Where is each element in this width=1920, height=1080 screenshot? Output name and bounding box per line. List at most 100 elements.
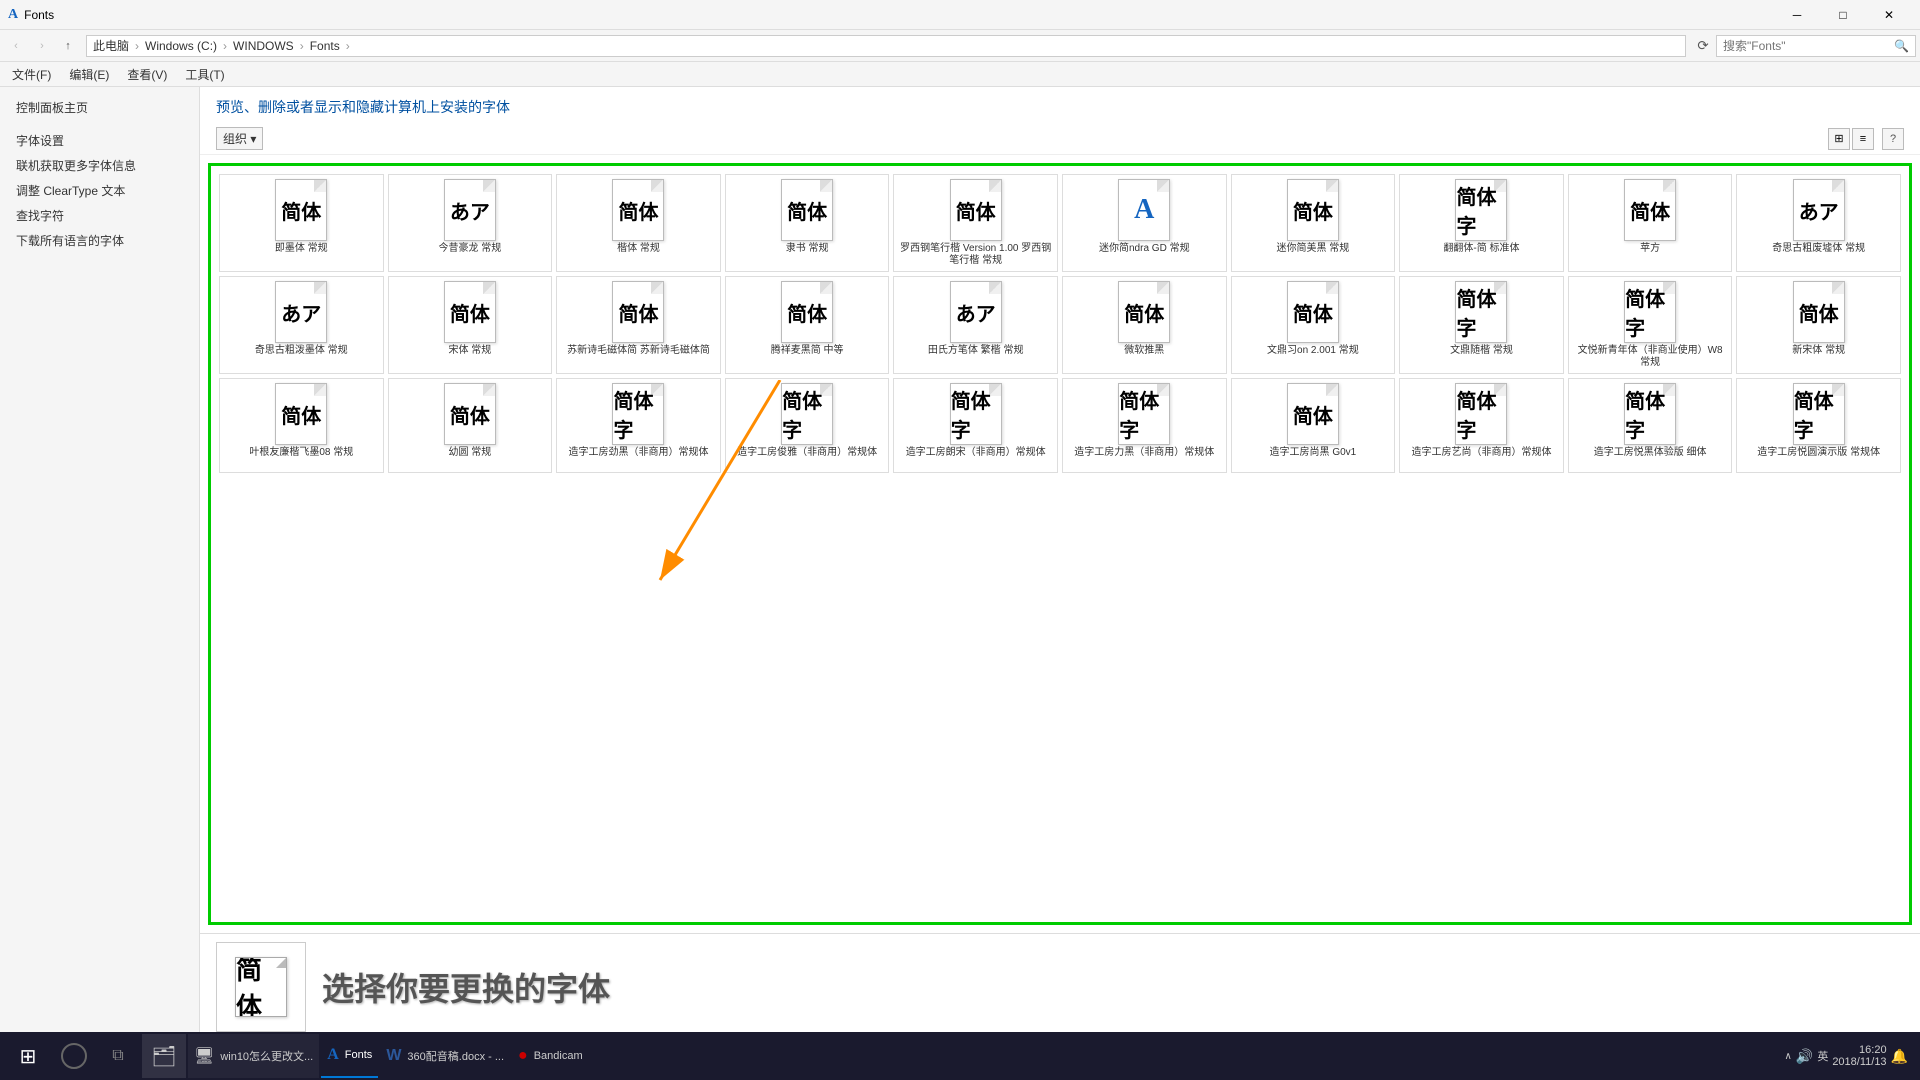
font-icon: 简体 bbox=[272, 179, 330, 241]
sidebar-item-online-fonts[interactable]: 联机获取更多字体信息 bbox=[0, 153, 199, 178]
font-icon: あア bbox=[272, 281, 330, 343]
breadcrumb-drive[interactable]: Windows (C:) bbox=[145, 39, 217, 53]
font-item[interactable]: 简体腾祥麦黑简 中等 bbox=[725, 276, 890, 374]
font-name: 楷体 常规 bbox=[617, 243, 660, 255]
view-large-icon[interactable]: ⊞ bbox=[1828, 128, 1850, 150]
font-item[interactable]: 简体幼圆 常规 bbox=[388, 378, 553, 473]
font-icon: 简体 bbox=[1284, 383, 1342, 445]
font-item[interactable]: 简体即墨体 常规 bbox=[219, 174, 384, 272]
font-item[interactable]: 简体字造字工房俊雅（非商用）常规体 bbox=[725, 378, 890, 473]
font-icon: あア bbox=[1790, 179, 1848, 241]
notification-icon[interactable]: 🔔 bbox=[1891, 1048, 1908, 1065]
back-button[interactable]: ‹ bbox=[4, 34, 28, 58]
font-item[interactable]: 简体字造字工房悦圆演示版 常规体 bbox=[1736, 378, 1901, 473]
font-item[interactable]: 简体迷你简美黑 常规 bbox=[1231, 174, 1396, 272]
menu-tools[interactable]: 工具(T) bbox=[177, 64, 232, 85]
organize-button[interactable]: 组织 ▾ bbox=[216, 127, 263, 150]
font-item[interactable]: 简体隶书 常规 bbox=[725, 174, 890, 272]
sidebar-item-download-fonts[interactable]: 下载所有语言的字体 bbox=[0, 228, 199, 253]
font-item[interactable]: あア奇思古粗泼墨体 常规 bbox=[219, 276, 384, 374]
font-icon: 简体 bbox=[272, 383, 330, 445]
breadcrumb-windows[interactable]: WINDOWS bbox=[233, 39, 294, 53]
main-layout: 控制面板主页 字体设置 联机获取更多字体信息 调整 ClearType 文本 查… bbox=[0, 87, 1920, 1040]
font-name: 造字工房尚黑 G0v1 bbox=[1270, 447, 1357, 459]
font-name: 即墨体 常规 bbox=[275, 243, 328, 255]
maximize-button[interactable]: □ bbox=[1820, 0, 1866, 30]
font-item[interactable]: 简体新宋体 常规 bbox=[1736, 276, 1901, 374]
font-item[interactable]: 简体字造字工房艺尚（非商用）常规体 bbox=[1399, 378, 1564, 473]
font-item[interactable]: あア田氏方笔体 繁楷 常规 bbox=[893, 276, 1058, 374]
font-item[interactable]: 简体字文悦新青年体（非商业使用）W8 常规 bbox=[1568, 276, 1733, 374]
cortana-button[interactable] bbox=[54, 1036, 94, 1076]
breadcrumb-fonts[interactable]: Fonts bbox=[310, 39, 340, 53]
font-name: 奇思古粗泼墨体 常规 bbox=[255, 345, 348, 357]
taskbar-item-taskview[interactable]: ⧉ bbox=[96, 1034, 140, 1078]
font-item[interactable]: 简体造字工房尚黑 G0v1 bbox=[1231, 378, 1396, 473]
sidebar-item-font-settings[interactable]: 字体设置 bbox=[0, 128, 199, 153]
help-button[interactable]: ? bbox=[1882, 128, 1904, 150]
font-item[interactable]: 简体字造字工房力黑（非商用）常规体 bbox=[1062, 378, 1227, 473]
taskbar-item-fonts[interactable]: A Fonts bbox=[321, 1034, 378, 1078]
menu-file[interactable]: 文件(F) bbox=[4, 64, 59, 85]
up-button[interactable]: ↑ bbox=[56, 34, 80, 58]
forward-button[interactable]: › bbox=[30, 34, 54, 58]
font-name: 田氏方笔体 繁楷 常规 bbox=[928, 345, 1024, 357]
font-name: 造字工房艺尚（非商用）常规体 bbox=[1411, 447, 1551, 459]
font-icon: 简体字 bbox=[1452, 179, 1510, 241]
font-item[interactable]: 简体文鼎习on 2.001 常规 bbox=[1231, 276, 1396, 374]
font-icon: 简体字 bbox=[1790, 383, 1848, 445]
start-button[interactable]: ⊞ bbox=[4, 1032, 52, 1080]
sidebar-item-find-char[interactable]: 查找字符 bbox=[0, 203, 199, 228]
font-item[interactable]: 简体字造字工房劲黑（非商用）常规体 bbox=[556, 378, 721, 473]
tray-expand[interactable]: ∧ bbox=[1785, 1051, 1792, 1062]
font-item[interactable]: 简体字文鼎随楷 常规 bbox=[1399, 276, 1564, 374]
menu-edit[interactable]: 编辑(E) bbox=[61, 64, 117, 85]
font-item[interactable]: 简体苏新诗毛磁体简 苏新诗毛磁体简 bbox=[556, 276, 721, 374]
window-title: Fonts bbox=[24, 8, 54, 22]
font-item[interactable]: 简体字造字工房朗宋（非商用）常规体 bbox=[893, 378, 1058, 473]
search-input[interactable] bbox=[1723, 39, 1890, 53]
font-icon: 简体字 bbox=[947, 383, 1005, 445]
font-icon: 简体 bbox=[1790, 281, 1848, 343]
font-item[interactable]: 简体叶根友廉楷飞墨08 常规 bbox=[219, 378, 384, 473]
font-item[interactable]: 简体楷体 常规 bbox=[556, 174, 721, 272]
taskbar-item-word[interactable]: W 360配音稿.docx - ... bbox=[380, 1034, 510, 1078]
font-name: 奇思古粗废墟体 常规 bbox=[1772, 243, 1865, 255]
font-icon: 简体 bbox=[1284, 281, 1342, 343]
close-button[interactable]: ✕ bbox=[1866, 0, 1912, 30]
font-item[interactable]: 简体字造字工房悦黑体验版 细体 bbox=[1568, 378, 1733, 473]
clock[interactable]: 16:20 2018/11/13 bbox=[1832, 1044, 1886, 1068]
taskbar-item-win10[interactable]: 🖥 win10怎么更改文... bbox=[188, 1034, 319, 1078]
font-name: 造字工房朗宋（非商用）常规体 bbox=[906, 447, 1046, 459]
font-grid-wrapper: 简体即墨体 常规あア今昔豪龙 常规简体楷体 常规简体隶书 常规简体罗西钢笔行楷 … bbox=[208, 163, 1912, 925]
font-name: 造字工房悦黑体验版 细体 bbox=[1594, 447, 1707, 459]
refresh-button[interactable]: ⟳ bbox=[1692, 35, 1714, 57]
minimize-button[interactable]: ─ bbox=[1774, 0, 1820, 30]
taskbar-item-explorer[interactable]: 🗂 bbox=[142, 1034, 186, 1078]
font-icon: あア bbox=[441, 179, 499, 241]
font-name: 微软推黑 bbox=[1124, 345, 1164, 357]
sidebar-item-home[interactable]: 控制面板主页 bbox=[0, 95, 199, 120]
font-item[interactable]: 简体罗西钢笔行楷 Version 1.00 罗西钢笔行楷 常规 bbox=[893, 174, 1058, 272]
breadcrumb-computer[interactable]: 此电脑 bbox=[93, 37, 129, 54]
tray-ime[interactable]: 英 bbox=[1817, 1048, 1828, 1064]
font-item[interactable]: あア奇思古粗废墟体 常规 bbox=[1736, 174, 1901, 272]
font-item[interactable]: 简体苹方 bbox=[1568, 174, 1733, 272]
font-grid: 简体即墨体 常规あア今昔豪龙 常规简体楷体 常规简体隶书 常规简体罗西钢笔行楷 … bbox=[219, 174, 1901, 473]
font-item[interactable]: 简体微软推黑 bbox=[1062, 276, 1227, 374]
tray-network[interactable]: 🔊 bbox=[1796, 1048, 1813, 1065]
font-item[interactable]: 简体宋体 常规 bbox=[388, 276, 553, 374]
font-icon: 简体 bbox=[778, 179, 836, 241]
content-toolbar: 组织 ▾ ⊞ ≡ ? bbox=[200, 123, 1920, 155]
font-name: 罗西钢笔行楷 Version 1.00 罗西钢笔行楷 常规 bbox=[898, 243, 1053, 267]
font-icon: 简体 bbox=[609, 179, 667, 241]
font-name: 造字工房悦圆演示版 常规体 bbox=[1757, 447, 1880, 459]
view-list[interactable]: ≡ bbox=[1852, 128, 1874, 150]
taskbar-item-bandicam[interactable]: ● Bandicam bbox=[512, 1034, 589, 1078]
font-item[interactable]: あア今昔豪龙 常规 bbox=[388, 174, 553, 272]
font-item[interactable]: 简体字翻翻体-简 标准体 bbox=[1399, 174, 1564, 272]
font-item[interactable]: A迷你简ndra GD 常规 bbox=[1062, 174, 1227, 272]
sidebar-item-cleartype[interactable]: 调整 ClearType 文本 bbox=[0, 178, 199, 203]
font-icon: A bbox=[1115, 179, 1173, 241]
menu-view[interactable]: 查看(V) bbox=[119, 64, 175, 85]
